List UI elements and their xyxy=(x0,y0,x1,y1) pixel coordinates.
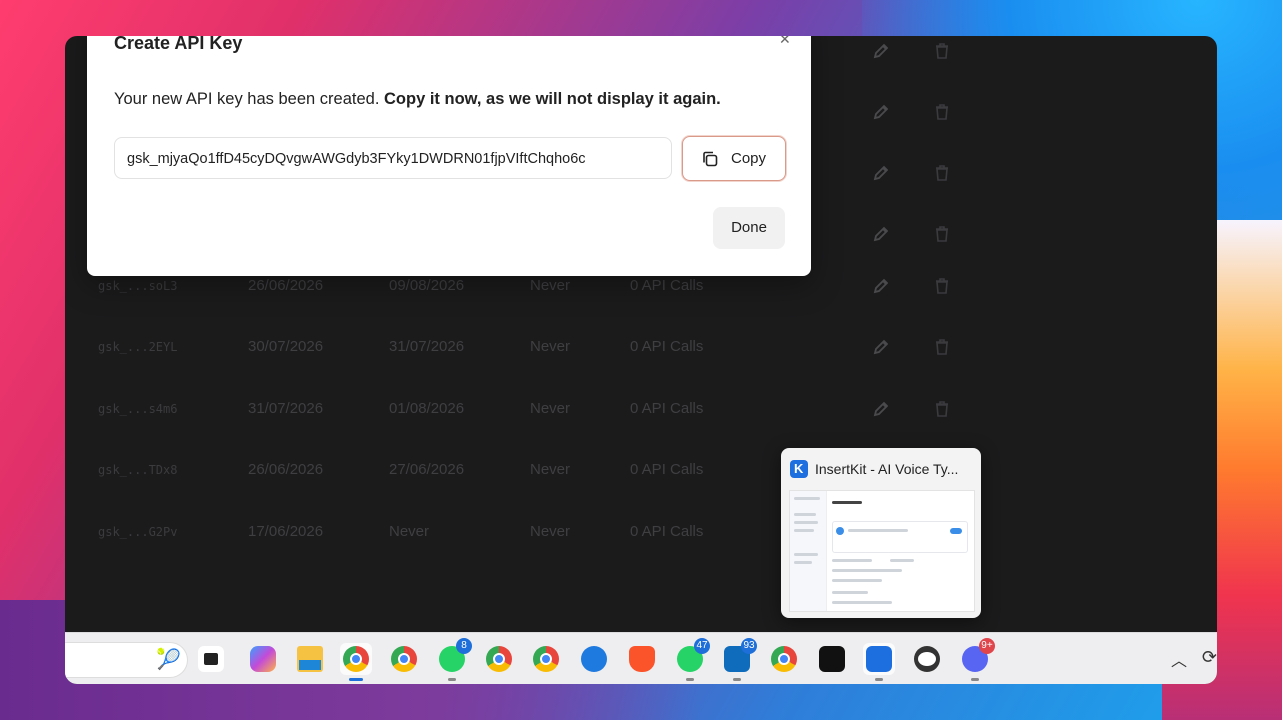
copy-button-label: Copy xyxy=(731,150,767,167)
chrome-profile-icon[interactable] xyxy=(340,643,372,681)
created-date-cell: 26/06/2026 xyxy=(248,461,324,478)
brave-icon[interactable] xyxy=(626,643,658,675)
key-name-cell: gsk_...G2Pv xyxy=(98,525,178,539)
edit-icon[interactable] xyxy=(871,399,891,419)
key-name-cell: gsk_...s4m6 xyxy=(98,402,178,416)
preview-title: InsertKit - AI Voice Ty... xyxy=(815,461,959,477)
last-used-cell: 01/08/2026 xyxy=(389,400,465,417)
whatsapp-badge: 8 xyxy=(456,638,472,654)
whatsapp-2-badge: 47 xyxy=(694,638,710,654)
usage-cell: 0 API Calls xyxy=(630,523,704,540)
usage-cell: 0 API Calls xyxy=(630,400,704,417)
tray-chevron-up-icon[interactable]: ︿ xyxy=(1171,647,1187,671)
copy-icon xyxy=(701,150,719,168)
dialog-message: Your new API key has been created. Copy … xyxy=(114,90,721,109)
created-date-cell: 30/07/2026 xyxy=(248,338,324,355)
trash-icon[interactable] xyxy=(932,399,952,419)
last-used-cell: Never xyxy=(389,523,430,540)
discord-icon[interactable]: 9+ xyxy=(959,638,995,681)
key-name-cell: gsk_...TDx8 xyxy=(98,463,178,477)
edit-icon[interactable] xyxy=(871,102,891,122)
edit-icon[interactable] xyxy=(871,224,891,244)
done-button[interactable]: Done xyxy=(713,207,785,249)
created-date-cell: 31/07/2026 xyxy=(248,400,324,417)
dialog-message-warning: Copy it now, as we will not display it a… xyxy=(384,90,721,108)
dialog-title: Create API Key xyxy=(114,36,243,53)
trash-icon[interactable] xyxy=(932,276,952,296)
table-row: gsk_...2EYL 30/07/2026 31/07/2026 Never 0 AP… xyxy=(65,316,1217,378)
trash-icon[interactable] xyxy=(932,163,952,183)
usage-cell: 0 API Calls xyxy=(630,338,704,355)
last-used-cell: 31/07/2026 xyxy=(389,338,465,355)
sync-icon[interactable]: ⟳ xyxy=(1202,647,1217,668)
task-view-icon[interactable] xyxy=(195,643,227,675)
trash-icon[interactable] xyxy=(932,224,952,244)
key-name-cell: gsk_...2EYL xyxy=(98,340,178,354)
file-explorer-icon[interactable] xyxy=(294,643,326,675)
taskbar-search[interactable]: 🎾 xyxy=(65,642,188,678)
edit-icon[interactable] xyxy=(871,276,891,296)
outlook-badge: 93 xyxy=(741,638,757,654)
discord-badge: 9+ xyxy=(979,638,995,654)
chrome-2-icon[interactable] xyxy=(530,643,562,675)
whatsapp-icon[interactable]: 8 xyxy=(436,638,472,681)
dialog-message-text: Your new API key has been created. xyxy=(114,90,384,108)
app-window: gsk_...soL3 26/06/2026 09/08/2026 Never 0 AP… xyxy=(65,36,1217,684)
expires-cell: Never xyxy=(530,523,571,540)
expires-cell: Never xyxy=(530,461,571,478)
usage-cell: 0 API Calls xyxy=(630,461,704,478)
edit-icon[interactable] xyxy=(871,163,891,183)
app-face-icon[interactable] xyxy=(911,643,943,675)
chrome-profile-2-icon[interactable] xyxy=(388,643,420,675)
copy-button[interactable]: Copy xyxy=(682,136,786,181)
taskbar: 🎾 8 47 93 9+ ︿ ⟳ xyxy=(65,632,1217,684)
table-row: gsk_...TDx8 26/06/2026 27/06/2026 Never 0 AP… xyxy=(65,439,1217,501)
expires-cell: Never xyxy=(530,338,571,355)
chrome-3-icon[interactable] xyxy=(768,643,800,675)
remote-desktop-icon[interactable] xyxy=(578,643,610,675)
close-icon[interactable]: ✕ xyxy=(779,36,793,46)
chrome-icon[interactable] xyxy=(483,643,515,675)
app-cube-icon[interactable] xyxy=(816,643,848,675)
insertkit-app-icon xyxy=(790,460,808,478)
created-date-cell: 17/06/2026 xyxy=(248,523,324,540)
api-key-field[interactable]: gsk_mjyaQo1ffD45cyDQvgwAWGdyb3FYky1DWDRN… xyxy=(114,137,672,179)
copilot-icon[interactable] xyxy=(247,643,279,675)
insertkit-taskbar-icon[interactable] xyxy=(863,643,895,681)
taskbar-window-preview[interactable]: InsertKit - AI Voice Ty... xyxy=(781,448,981,618)
whatsapp-2-icon[interactable]: 47 xyxy=(674,638,710,681)
expires-cell: Never xyxy=(530,400,571,417)
trash-icon[interactable] xyxy=(932,41,952,61)
create-api-key-dialog: Create API Key ✕ Your new API key has be… xyxy=(87,36,811,276)
trash-icon[interactable] xyxy=(932,102,952,122)
edit-icon[interactable] xyxy=(871,337,891,357)
last-used-cell: 27/06/2026 xyxy=(389,461,465,478)
outlook-icon[interactable]: 93 xyxy=(721,638,757,681)
edit-icon[interactable] xyxy=(871,41,891,61)
preview-thumbnail xyxy=(789,490,975,612)
trash-icon[interactable] xyxy=(932,337,952,357)
table-row: gsk_...s4m6 31/07/2026 01/08/2026 Never 0 AP… xyxy=(65,378,1217,440)
tennis-icon: 🎾 xyxy=(156,649,181,671)
table-row: gsk_...G2Pv 17/06/2026 Never Never 0 API Cal… xyxy=(65,501,1217,563)
